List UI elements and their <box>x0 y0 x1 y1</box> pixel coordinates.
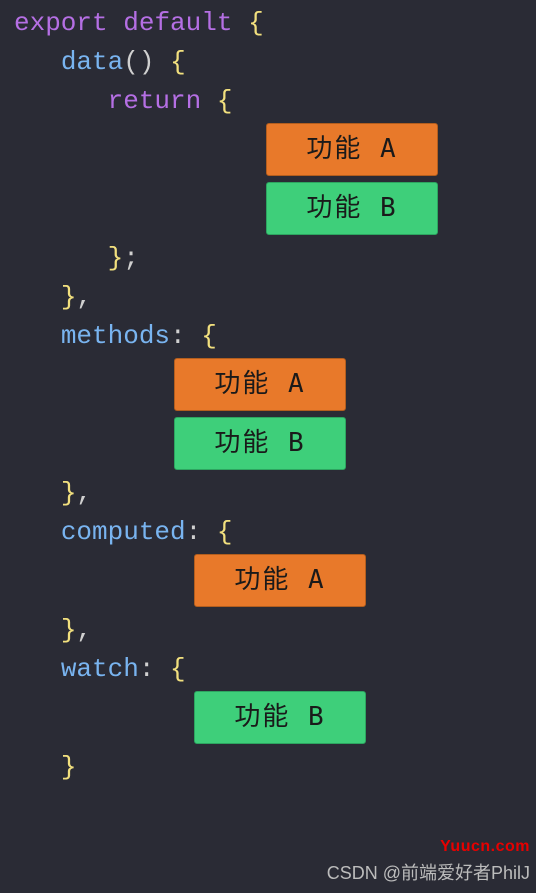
feature-a-pill: 功能 A <box>194 554 366 607</box>
pill-row: 功能 B <box>14 180 536 239</box>
line-close-return: }; <box>14 239 536 278</box>
kw-default: default <box>123 8 232 38</box>
colon: : <box>186 517 202 547</box>
brace-close: } <box>108 243 124 273</box>
line-methods: methods: { <box>14 317 536 356</box>
feature-b-pill: 功能 B <box>266 182 438 235</box>
watermark-csdn: CSDN @前端爱好者PhilJ <box>327 860 530 887</box>
comma: , <box>76 615 92 645</box>
line-return: return { <box>14 82 536 121</box>
feature-a-pill: 功能 A <box>174 358 346 411</box>
prop-watch: watch <box>61 654 139 684</box>
comma: , <box>76 478 92 508</box>
brace-close: } <box>61 478 77 508</box>
brace-close: } <box>61 615 77 645</box>
brace-open: { <box>201 321 217 351</box>
line-close-methods: }, <box>14 474 536 513</box>
kw-return: return <box>108 86 202 116</box>
pill-row: 功能 A <box>14 356 536 415</box>
pill-row: 功能 A <box>14 121 536 180</box>
pill-row: 功能 A <box>14 552 536 611</box>
feature-a-pill: 功能 A <box>266 123 438 176</box>
line-close-data: }, <box>14 278 536 317</box>
comma: , <box>76 282 92 312</box>
colon: : <box>139 654 155 684</box>
prop-computed: computed <box>61 517 186 547</box>
code-block: export default { data() { return { 功能 A … <box>0 0 536 787</box>
brace-close: } <box>61 282 77 312</box>
line-close-computed: }, <box>14 611 536 650</box>
brace-open: { <box>217 517 233 547</box>
line-export: export default { <box>14 4 536 43</box>
colon: : <box>170 321 186 351</box>
method-data: data <box>61 47 123 77</box>
pill-row: 功能 B <box>14 689 536 748</box>
pill-row: 功能 B <box>14 415 536 474</box>
kw-export: export <box>14 8 108 38</box>
watermark-site: Yuucn.com <box>440 835 530 859</box>
brace-close: } <box>61 752 77 782</box>
brace-open: { <box>170 47 186 77</box>
paren-open: ( <box>123 47 139 77</box>
feature-b-pill: 功能 B <box>194 691 366 744</box>
paren-close: ) <box>139 47 155 77</box>
brace-open: { <box>170 654 186 684</box>
prop-methods: methods <box>61 321 170 351</box>
line-data: data() { <box>14 43 536 82</box>
brace-open: { <box>217 86 233 116</box>
feature-b-pill: 功能 B <box>174 417 346 470</box>
brace-open: { <box>248 8 264 38</box>
line-computed: computed: { <box>14 513 536 552</box>
semicolon: ; <box>123 243 139 273</box>
line-watch: watch: { <box>14 650 536 689</box>
line-close-watch: } <box>14 748 536 787</box>
